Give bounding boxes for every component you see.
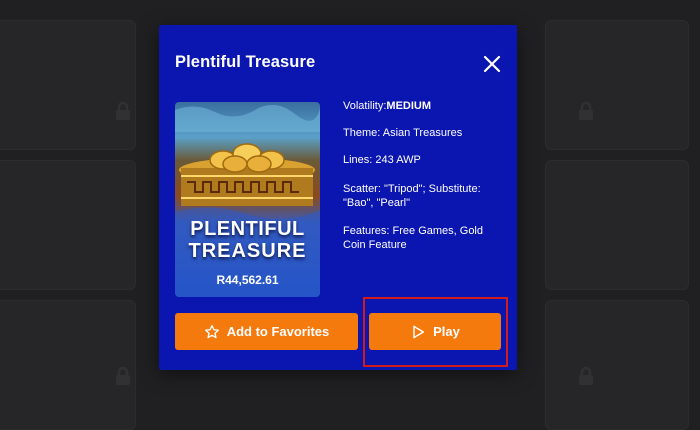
favorites-label: Add to Favorites — [226, 324, 330, 339]
lock-icon — [116, 101, 130, 120]
lock-icon — [579, 366, 593, 385]
play-label: Play — [433, 324, 460, 339]
play-button[interactable]: Play — [369, 313, 501, 350]
lock-icon — [116, 366, 130, 385]
background-tile — [545, 160, 689, 290]
background-tile — [0, 20, 136, 150]
game-info-modal: Plentiful Treasure PLENTIFUL TREASURE R4… — [159, 25, 517, 370]
lock-icon — [579, 101, 593, 120]
thumbnail-title-line1: PLENTIFUL — [190, 218, 305, 240]
thumbnail-artwork — [175, 104, 320, 297]
play-icon — [413, 325, 425, 338]
background-tile — [0, 160, 136, 290]
background-tile — [545, 20, 689, 150]
volatility-info: Volatility:MEDIUM — [343, 99, 431, 113]
star-icon — [204, 324, 219, 338]
modal-title: Plentiful Treasure — [175, 53, 316, 71]
lines-info: Lines: 243 AWP — [343, 154, 421, 166]
add-to-favorites-button[interactable]: Add to Favorites — [175, 313, 358, 350]
scatter-info: Scatter: "Tripod"; Substitute: "Bao", "P… — [343, 182, 481, 210]
scatter-line2: "Bao", "Pearl" — [343, 197, 410, 209]
features-line1: Features: Free Games, Gold — [343, 225, 483, 237]
scatter-line1: Scatter: "Tripod"; Substitute: — [343, 183, 481, 195]
close-icon[interactable] — [481, 53, 503, 75]
game-thumbnail[interactable]: PLENTIFUL TREASURE R44,562.61 — [175, 102, 320, 297]
volatility-label: Volatility: — [343, 100, 387, 112]
features-info: Features: Free Games, Gold Coin Feature — [343, 224, 483, 252]
theme-info: Theme: Asian Treasures — [343, 127, 463, 139]
background-tile — [545, 300, 689, 430]
thumbnail-title-line2: TREASURE — [188, 240, 307, 262]
volatility-value: MEDIUM — [386, 100, 432, 112]
jackpot-amount: R44,562.61 — [216, 273, 279, 287]
features-line2: Coin Feature — [343, 239, 407, 251]
